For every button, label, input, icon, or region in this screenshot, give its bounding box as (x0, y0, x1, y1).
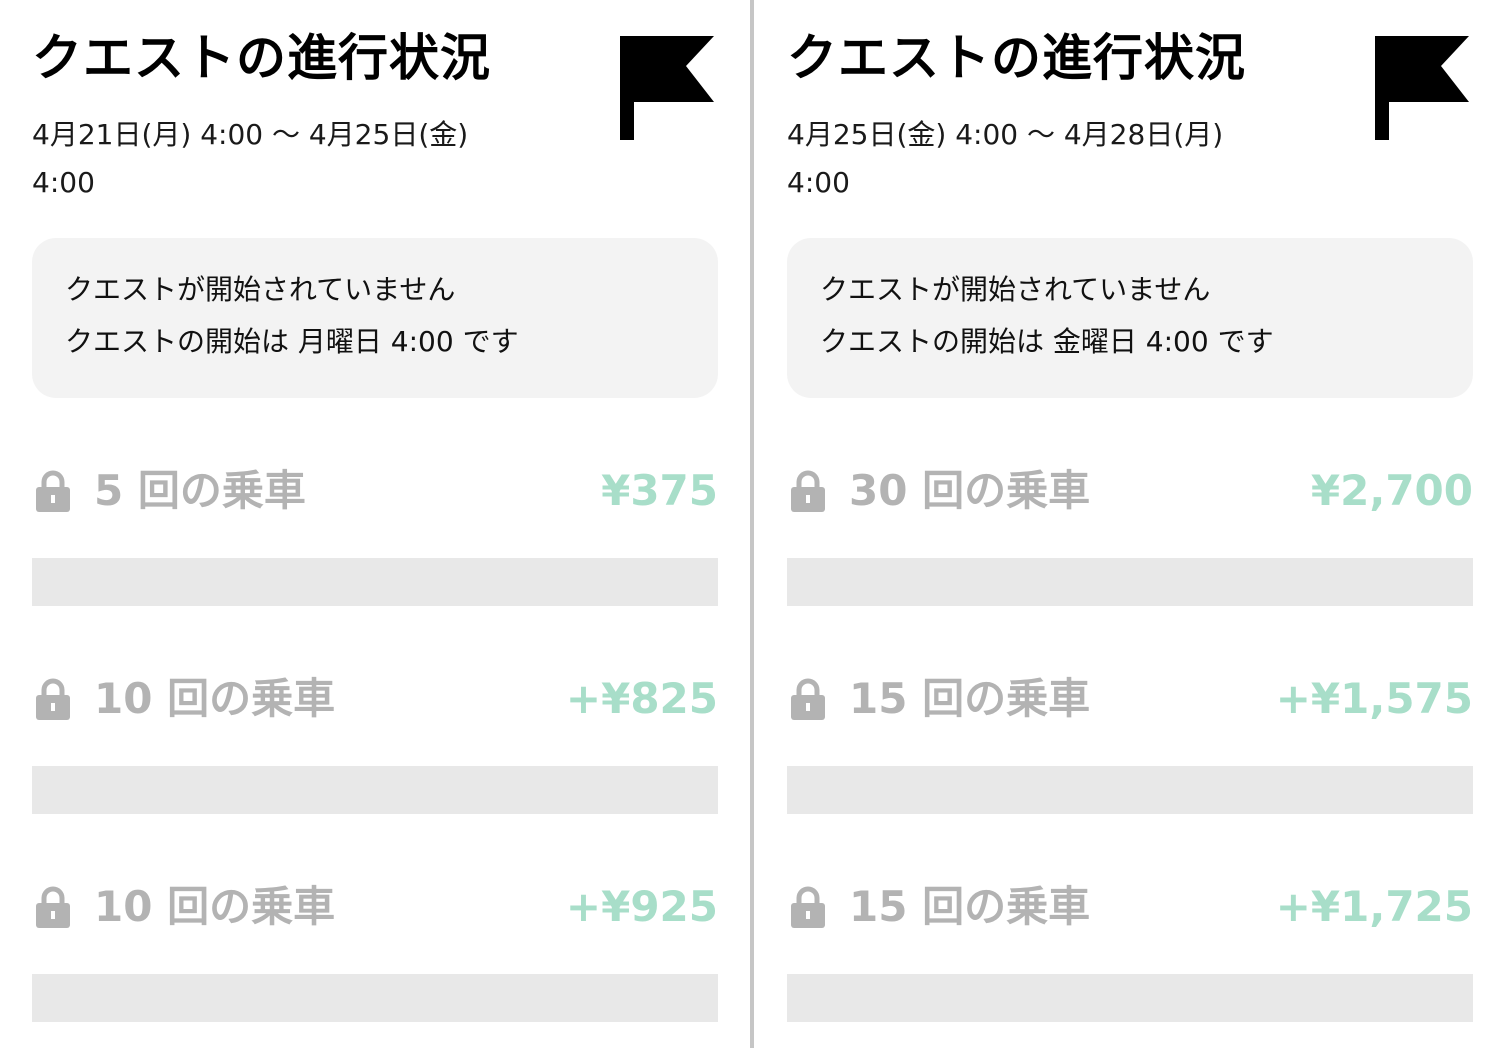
progress-bar (32, 558, 718, 606)
page-title: クエストの進行状況 (787, 29, 1246, 87)
tier-label: 30 回の乗車 (849, 466, 1091, 515)
progress-bar (787, 766, 1473, 814)
tier-reward: +¥1,725 (1275, 882, 1473, 931)
lock-icon (791, 886, 825, 928)
quest-panel-1: クエストの進行状況 4月21日(月) 4:00 〜 4月25日(金) 4:00 … (32, 0, 718, 1048)
tier-row: 15 回の乗車 +¥1,725 (787, 862, 1473, 1022)
flag-icon (1375, 36, 1469, 140)
lock-icon (36, 886, 70, 928)
tier-row: 10 回の乗車 +¥925 (32, 862, 718, 1022)
tier-label: 5 回の乗車 (94, 466, 306, 515)
lock-icon (36, 678, 70, 720)
quest-panel-2: クエストの進行状況 4月25日(金) 4:00 〜 4月28日(月) 4:00 … (787, 0, 1473, 1048)
tier-reward: +¥825 (565, 674, 718, 723)
page-title: クエストの進行状況 (32, 29, 491, 87)
progress-bar (787, 558, 1473, 606)
flag-icon (620, 36, 714, 140)
tier-reward: +¥1,575 (1275, 674, 1473, 723)
tier-row: 30 回の乗車 ¥2,700 (787, 446, 1473, 606)
tier-label: 15 回の乗車 (849, 674, 1091, 723)
progress-bar (787, 974, 1473, 1022)
notice-subtitle: クエストの開始は 月曜日 4:00 です (65, 325, 519, 358)
tier-reward: ¥375 (601, 466, 718, 515)
notice-title: クエストが開始されていません (65, 273, 456, 306)
tier-label: 15 回の乗車 (849, 882, 1091, 931)
tier-row: 10 回の乗車 +¥825 (32, 654, 718, 814)
progress-bar (32, 974, 718, 1022)
lock-icon (791, 470, 825, 512)
tier-label: 10 回の乗車 (94, 882, 336, 931)
notice-subtitle: クエストの開始は 金曜日 4:00 です (820, 325, 1274, 358)
tier-row: 15 回の乗車 +¥1,575 (787, 654, 1473, 814)
notice-title: クエストが開始されていません (820, 273, 1211, 306)
tier-row: 5 回の乗車 ¥375 (32, 446, 718, 606)
date-range: 4月21日(月) 4:00 〜 4月25日(金) 4:00 (32, 118, 469, 199)
date-range: 4月25日(金) 4:00 〜 4月28日(月) 4:00 (787, 118, 1224, 199)
lock-icon (791, 678, 825, 720)
progress-bar (32, 766, 718, 814)
tier-reward: +¥925 (565, 882, 718, 931)
lock-icon (36, 470, 70, 512)
tier-label: 10 回の乗車 (94, 674, 336, 723)
panel-divider (750, 0, 754, 1048)
tier-reward: ¥2,700 (1310, 466, 1473, 515)
